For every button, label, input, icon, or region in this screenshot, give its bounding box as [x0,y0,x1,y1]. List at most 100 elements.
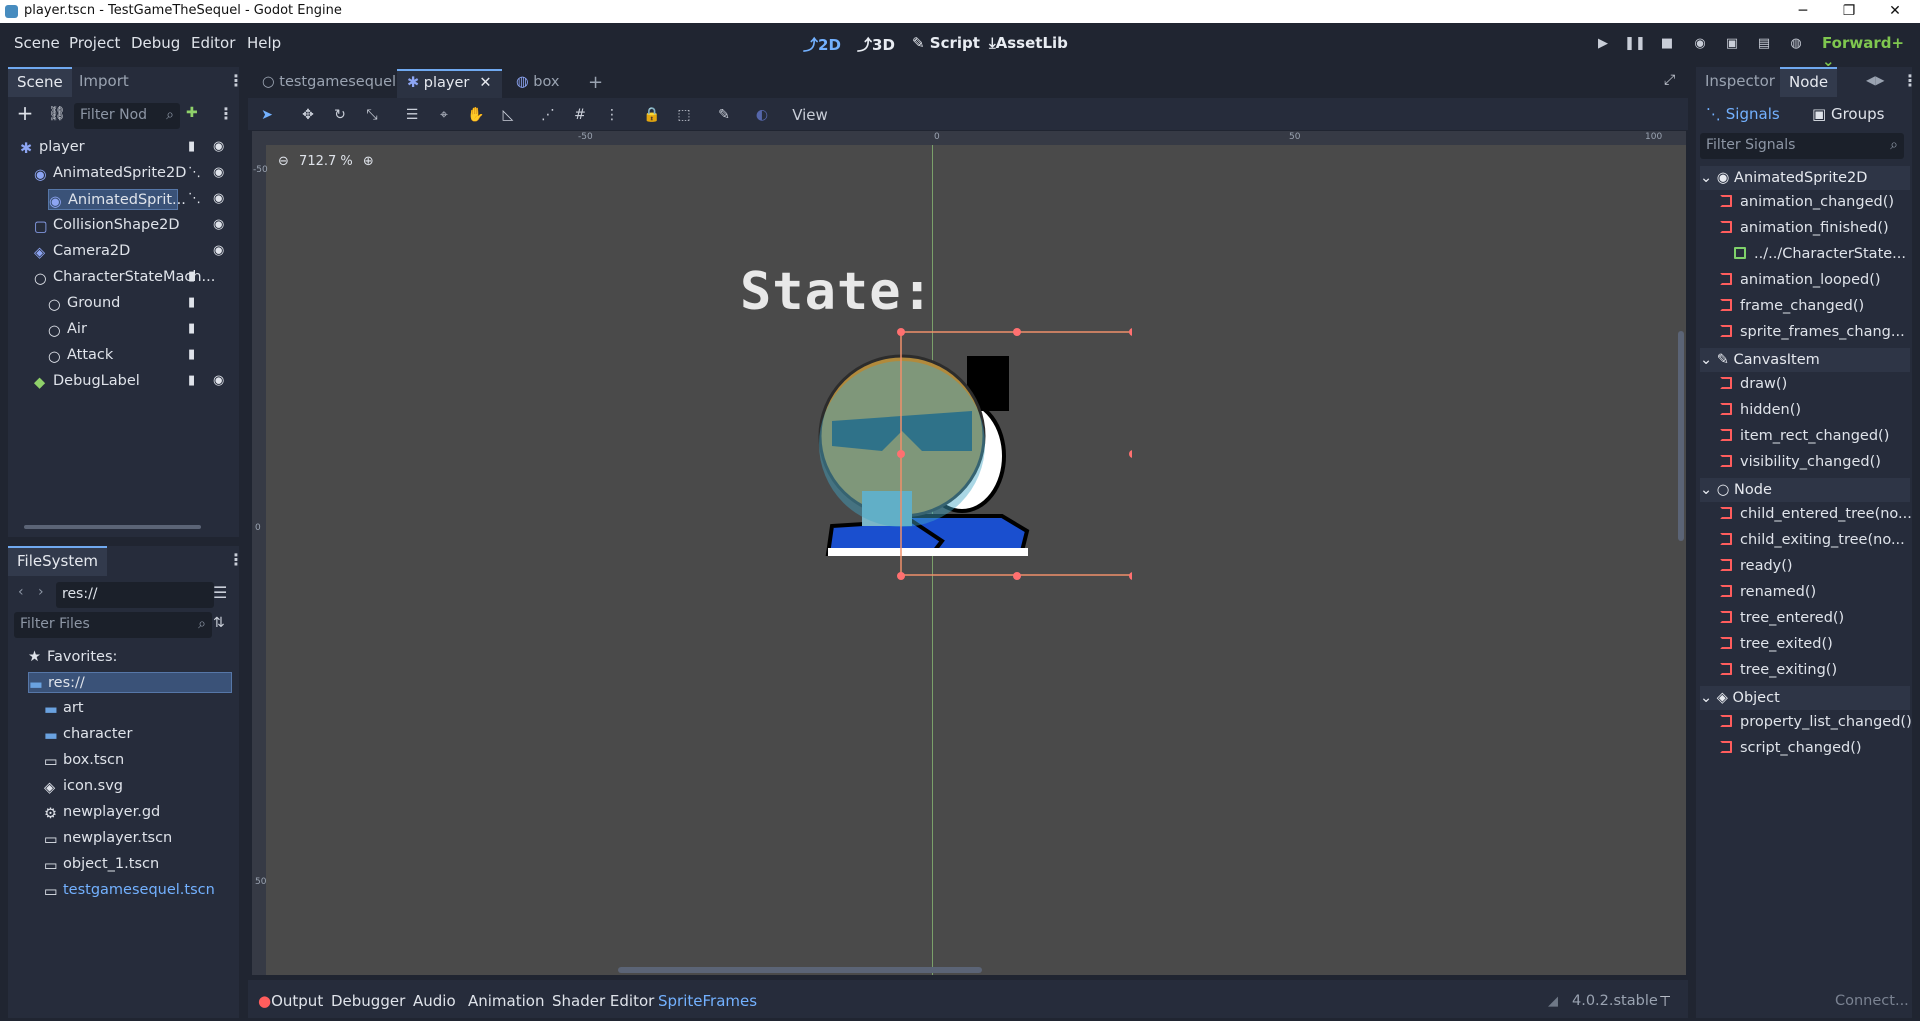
ruler-tool-icon[interactable]: ◺ [497,104,519,126]
grid-snap-icon[interactable]: # [569,104,591,126]
signal-item[interactable]: property_list_changed() [1720,712,1912,733]
pivot-tool-icon[interactable]: ⌖ [433,104,455,126]
file-tree-item[interactable]: ▭ newplayer.tscn [44,828,172,849]
signal-item[interactable]: tree_exiting() [1720,660,1837,681]
signal-item[interactable]: sprite_frames_chang... [1720,322,1905,343]
menu-debug[interactable]: Debug [131,34,180,52]
visibility-eye-icon[interactable]: ◉ [213,243,224,258]
scene-tree-item[interactable]: ✱ player [20,137,85,158]
bottom-tab-output[interactable]: ●Output [258,992,323,1010]
camera-override-icon[interactable]: ◐ [751,104,773,126]
expand-panel-icon[interactable]: ⊤ [1659,994,1671,1010]
add-node-icon[interactable]: + [14,103,36,125]
scene-tree-item[interactable]: ◉ AnimatedSprit... [48,189,186,210]
file-tree-item[interactable]: ▬ res:// [28,672,232,693]
signal-item[interactable]: animation_changed() [1720,192,1894,213]
tab-node[interactable]: Node [1780,67,1838,97]
mode-script-button[interactable]: ✎ Script [912,34,980,52]
close-tab-icon[interactable]: ✕ [479,75,491,91]
filter-signals-input[interactable]: Filter Signals ⌕ [1700,133,1904,159]
signal-item[interactable]: tree_entered() [1720,608,1844,629]
renderer-select[interactable]: Forward+ ⌄ [1822,34,1920,70]
tab-scene[interactable]: Scene [8,67,72,97]
signal-category[interactable]: ⌄ ✎ CanvasItem [1700,348,1910,372]
split-mode-icon[interactable]: ☰ [213,584,231,602]
scene-tab-player[interactable]: ✱ player ✕ [397,69,502,98]
connect-button[interactable]: Connect... [1835,993,1909,1009]
bottom-tab-spriteframes[interactable]: SpriteFrames [658,992,757,1010]
move-tool-icon[interactable]: ✥ [297,104,319,126]
zoom-out-icon[interactable]: ⊖ [278,154,289,169]
bottom-tab-animation[interactable]: Animation [468,992,544,1010]
zoom-in-icon[interactable]: ⊕ [363,154,374,169]
maximize-button[interactable]: ❐ [1826,0,1872,23]
scene-tree-item[interactable]: ○ Ground [48,293,120,314]
path-field[interactable]: res:// [56,582,214,608]
signals-subtab[interactable]: ⋱ Signals [1706,105,1780,123]
scene-tab-testgamesequel[interactable]: ○ testgamesequel [252,69,406,96]
bottom-tab-debugger[interactable]: Debugger [331,992,405,1010]
signal-category[interactable]: ⌄ ◈ Object [1700,686,1910,710]
play-custom-scene-icon[interactable]: ▤ [1753,33,1775,55]
list-select-icon[interactable]: ☰ [401,104,423,126]
filter-files-input[interactable]: Filter Files ⌕ [14,612,212,638]
script-attached-icon[interactable]: ▮ [188,269,195,284]
play-icon[interactable]: ▶ [1592,33,1614,55]
visibility-eye-icon[interactable]: ◉ [213,217,224,232]
signal-connected-icon[interactable]: ⋱ [188,165,201,180]
pan-tool-icon[interactable]: ✋ [465,104,487,126]
mode-2d-button[interactable]: ⤴2D [803,34,841,55]
scene-tree-item[interactable]: ◉ AnimatedSprite2D [34,163,186,184]
signal-item[interactable]: animation_finished() [1720,218,1889,239]
mode-3d-button[interactable]: ⤴3D [857,34,895,55]
menu-help[interactable]: Help [247,34,281,52]
menu-editor[interactable]: Editor [191,34,235,52]
file-tree-item[interactable]: ▬ character [44,724,132,745]
signal-item[interactable]: script_changed() [1720,738,1862,759]
file-tree-item[interactable]: ◈ icon.svg [44,776,123,797]
tab-filesystem[interactable]: FileSystem [8,546,108,576]
snap-options-icon[interactable]: ⋮ [601,104,623,126]
file-tree-item[interactable]: ⚙ newplayer.gd [44,802,160,823]
tab-import[interactable]: Import [70,67,138,95]
file-tree-item[interactable]: ▭ box.tscn [44,750,124,771]
signal-item[interactable]: child_exiting_tree(no... [1720,530,1905,551]
visibility-eye-icon[interactable]: ◉ [213,139,224,154]
visibility-eye-icon[interactable]: ◉ [213,373,224,388]
bottom-tab-audio[interactable]: Audio [413,992,456,1010]
canvas-viewport[interactable]: -50 0 50 100 -50 0 50 ⊖ 712.7 % ⊕ State: [252,131,1686,975]
signal-connected-icon[interactable]: ⋱ [188,191,201,206]
player-sprite[interactable] [792,326,1132,586]
visibility-eye-icon[interactable]: ◉ [213,191,224,206]
signal-item[interactable]: item_rect_changed() [1720,426,1889,447]
back-icon[interactable]: ‹ [18,584,24,600]
signal-item[interactable]: child_entered_tree(no... [1720,504,1912,525]
signal-item[interactable]: frame_changed() [1720,296,1864,317]
scene-tree-item[interactable]: ◆ DebugLabel [34,371,140,392]
signal-item[interactable]: hidden() [1720,400,1801,421]
scene-menu-icon[interactable]: ⋮ [218,106,234,122]
scene-tree-item[interactable]: ▢ CollisionShape2D [34,215,180,236]
viewport-vscrollbar[interactable] [1678,331,1684,541]
tab-inspector[interactable]: Inspector [1696,67,1784,95]
group-icon[interactable]: ⬚ [673,104,695,126]
mode-assetlib-button[interactable]: ⤓AssetLib [989,34,1068,52]
filesystem-menu-icon[interactable]: ⋮ [228,552,244,568]
signal-item[interactable]: visibility_changed() [1720,452,1881,473]
scene-tree-item[interactable]: ◈ Camera2D [34,241,130,262]
smart-snap-icon[interactable]: ⋰ [537,104,559,126]
signal-item[interactable]: tree_exited() [1720,634,1833,655]
stop-icon[interactable]: ■ [1656,33,1678,55]
script-add-icon[interactable]: ✚ [186,105,206,125]
viewport-hscrollbar[interactable] [618,967,982,973]
scale-tool-icon[interactable]: ⤡ [361,104,383,126]
script-attached-icon[interactable]: ▮ [188,347,195,362]
movie-maker-icon[interactable]: ◍ [1785,33,1807,55]
close-window-button[interactable]: ✕ [1872,0,1918,23]
forward-icon[interactable]: › [38,584,44,600]
zoom-level[interactable]: 712.7 % [299,154,353,169]
scene-tab-box[interactable]: ◍ box [506,69,569,96]
file-tree-item[interactable]: ▬ art [44,698,84,719]
scene-filter-input[interactable]: Filter Nod ⌕ [74,103,180,129]
menu-scene[interactable]: Scene [14,34,60,52]
